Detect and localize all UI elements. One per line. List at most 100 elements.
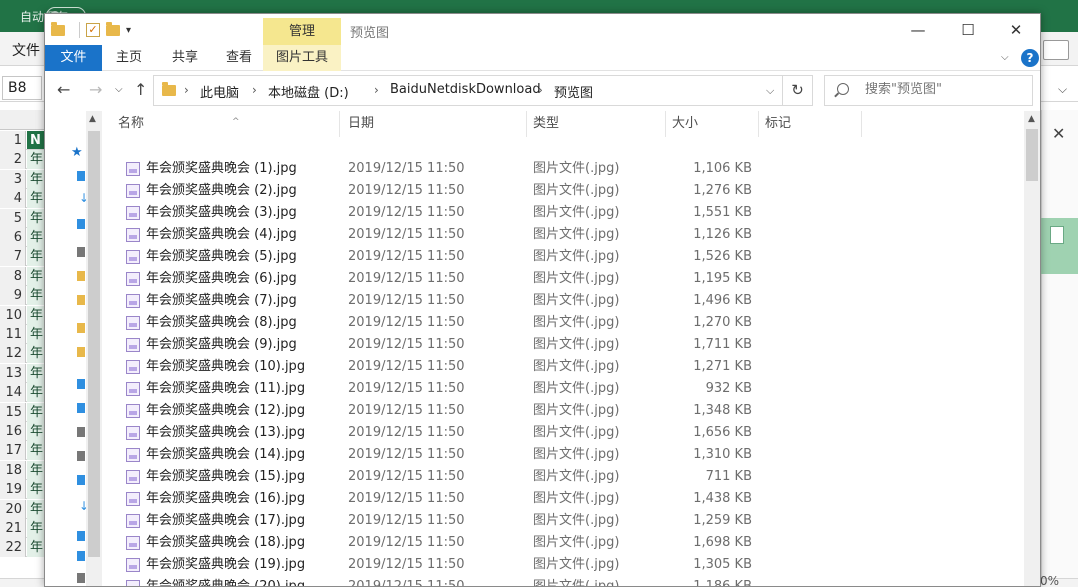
excel-row-number[interactable]: 7 [0, 247, 26, 267]
file-row[interactable]: 年会颁奖盛典晚会 (6).jpg 2019/12/15 11:50 图片文件(.jp… [112, 268, 752, 290]
file-row[interactable]: 年会颁奖盛典晚会 (7).jpg 2019/12/15 11:50 图片文件(.jp… [112, 290, 752, 312]
column-header-name[interactable]: 名称 ^ [112, 111, 340, 137]
music-icon[interactable] [77, 531, 85, 541]
3d-objects-icon[interactable] [77, 403, 85, 413]
minimize-button[interactable]: — [895, 18, 941, 42]
excel-cell[interactable]: 年 [27, 460, 44, 480]
excel-row-number[interactable]: 19 [0, 480, 26, 500]
file-row[interactable]: 年会颁奖盛典晚会 (5).jpg 2019/12/15 11:50 图片文件(.jp… [112, 246, 752, 268]
file-row[interactable]: 年会颁奖盛典晚会 (2).jpg 2019/12/15 11:50 图片文件(.jp… [112, 180, 752, 202]
breadcrumb-local-disk[interactable]: 本地磁盘 (D:) [268, 82, 349, 101]
excel-row-number[interactable]: 15 [0, 402, 26, 422]
excel-cell[interactable]: 年 [27, 441, 44, 461]
desktop-icon[interactable] [77, 551, 85, 561]
excel-formula-dropdown-icon[interactable]: ⌵ [1058, 82, 1067, 97]
excel-row-number[interactable]: 6 [0, 228, 26, 247]
excel-cell[interactable]: 年 [27, 499, 44, 519]
folder-icon[interactable] [77, 271, 85, 281]
excel-row-number[interactable]: 9 [0, 286, 26, 306]
excel-row-number[interactable]: 12 [0, 344, 26, 364]
pictures-icon[interactable] [77, 247, 85, 257]
excel-cell[interactable]: 年 [27, 383, 44, 403]
excel-row-number[interactable]: 18 [0, 460, 26, 480]
up-button[interactable]: ↑ [134, 80, 147, 99]
new-folder-icon[interactable] [106, 21, 120, 36]
ribbon-expand-icon[interactable]: ⌵ [1001, 52, 1009, 63]
file-row[interactable]: 年会颁奖盛典晚会 (9).jpg 2019/12/15 11:50 图片文件(.jp… [112, 334, 752, 356]
documents-icon[interactable] [77, 219, 85, 229]
excel-row-number[interactable]: 3 [0, 169, 26, 189]
excel-cell[interactable]: 年 [27, 480, 44, 500]
file-row[interactable]: 年会颁奖盛典晚会 (11).jpg 2019/12/15 11:50 图片文件(.j… [112, 378, 752, 400]
file-list-scrollbar[interactable]: ▲ [1024, 111, 1040, 586]
excel-cell[interactable]: 年 [27, 519, 44, 538]
excel-row-number[interactable]: 22 [0, 538, 26, 558]
excel-row-number[interactable]: 2 [0, 150, 26, 170]
file-row[interactable]: 年会颁奖盛典晚会 (14).jpg 2019/12/15 11:50 图片文件(.j… [112, 444, 752, 466]
folder-icon[interactable] [77, 347, 85, 357]
tab-view[interactable]: 查看 [217, 45, 261, 71]
folder-icon[interactable] [77, 295, 85, 305]
excel-name-box[interactable]: B8 [2, 76, 42, 100]
file-row[interactable]: 年会颁奖盛典晚会 (15).jpg 2019/12/15 11:50 图片文件(.j… [112, 466, 752, 488]
excel-row-number[interactable]: 13 [0, 363, 26, 383]
excel-cell[interactable]: 年 [27, 247, 44, 267]
file-list-scroll-thumb[interactable] [1026, 129, 1038, 181]
breadcrumb-current-folder[interactable]: 预览图 [554, 82, 593, 101]
back-button[interactable]: ← [57, 80, 70, 99]
excel-cell[interactable]: 年 [27, 422, 44, 441]
breadcrumb-this-pc[interactable]: 此电脑 [200, 82, 239, 101]
excel-cell[interactable]: 年 [27, 402, 44, 422]
excel-cell[interactable]: 年 [27, 305, 44, 325]
tab-picture-tools[interactable]: 图片工具 [263, 45, 341, 71]
file-row[interactable]: 年会颁奖盛典晚会 (16).jpg 2019/12/15 11:50 图片文件(.j… [112, 488, 752, 510]
file-row[interactable]: 年会颁奖盛典晚会 (20).jpg 2019/12/15 11:50 图片文件(.j… [112, 576, 752, 586]
file-row[interactable]: 年会颁奖盛典晚会 (18).jpg 2019/12/15 11:50 图片文件(.j… [112, 532, 752, 554]
pictures-icon[interactable] [77, 451, 85, 461]
refresh-button[interactable]: ↻ [783, 75, 813, 106]
tab-share[interactable]: 共享 [163, 45, 207, 71]
excel-cell[interactable]: 年 [27, 286, 44, 306]
excel-cell[interactable]: 年 [27, 228, 44, 247]
nav-scroll-thumb[interactable] [88, 131, 100, 557]
excel-row-number[interactable]: 21 [0, 519, 26, 538]
excel-row-number[interactable]: 10 [0, 305, 26, 325]
quick-access-star-icon[interactable]: ★ [71, 145, 85, 160]
tab-home[interactable]: 主页 [107, 45, 151, 71]
excel-cell[interactable]: 年 [27, 150, 44, 170]
qat-dropdown-icon[interactable]: ▾ [126, 25, 131, 36]
maximize-button[interactable]: ☐ [945, 18, 991, 42]
excel-cell[interactable]: 年 [27, 169, 44, 189]
search-box[interactable] [824, 75, 1033, 106]
excel-cell[interactable]: 年 [27, 363, 44, 383]
videos-icon[interactable] [77, 427, 85, 437]
file-row[interactable]: 年会颁奖盛典晚会 (17).jpg 2019/12/15 11:50 图片文件(.j… [112, 510, 752, 532]
column-header-date[interactable]: 日期 [342, 111, 527, 137]
folder-icon[interactable] [77, 323, 85, 333]
breadcrumb-separator[interactable]: › [374, 83, 379, 97]
recent-locations-icon[interactable]: ⌵ [115, 84, 123, 95]
excel-pane-close-icon[interactable]: ✕ [1052, 124, 1065, 143]
breadcrumb-baidu-folder[interactable]: BaiduNetdiskDownload [390, 82, 541, 97]
scroll-up-icon[interactable]: ▲ [1028, 114, 1035, 124]
excel-cell[interactable]: 年 [27, 189, 44, 209]
excel-zoom-level[interactable]: 0% [1040, 574, 1059, 587]
excel-row-number[interactable]: 8 [0, 266, 26, 286]
file-row[interactable]: 年会颁奖盛典晚会 (12).jpg 2019/12/15 11:50 图片文件(.j… [112, 400, 752, 422]
excel-row-number[interactable]: 4 [0, 189, 26, 209]
breadcrumb-separator[interactable]: › [184, 83, 189, 97]
excel-cell[interactable]: 年 [27, 266, 44, 286]
file-row[interactable]: 年会颁奖盛典晚会 (19).jpg 2019/12/15 11:50 图片文件(.j… [112, 554, 752, 576]
excel-cell[interactable]: 年 [27, 344, 44, 364]
tab-file[interactable]: 文件 [45, 45, 102, 71]
scroll-up-icon[interactable]: ▲ [89, 114, 96, 124]
close-button[interactable]: ✕ [993, 18, 1039, 42]
file-row[interactable]: 年会颁奖盛典晚会 (3).jpg 2019/12/15 11:50 图片文件(.jp… [112, 202, 752, 224]
file-row[interactable]: 年会颁奖盛典晚会 (13).jpg 2019/12/15 11:50 图片文件(.j… [112, 422, 752, 444]
desktop-icon[interactable] [77, 171, 85, 181]
breadcrumb-separator[interactable]: › [538, 83, 543, 97]
search-input[interactable] [865, 82, 1025, 97]
excel-comment-icon[interactable] [1043, 40, 1069, 60]
excel-cell[interactable]: 年 [27, 208, 44, 228]
excel-row-number[interactable]: 17 [0, 441, 26, 461]
